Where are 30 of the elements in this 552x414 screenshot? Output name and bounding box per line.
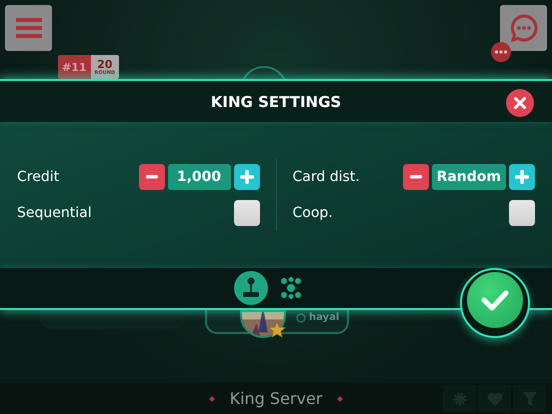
setting-label: Sequential: [17, 205, 92, 221]
minus-icon: [146, 175, 158, 179]
setting-value: Random: [432, 164, 506, 190]
setting-label: Credit: [17, 169, 60, 185]
minus-icon: [410, 175, 422, 179]
status-icon: [296, 312, 306, 322]
close-icon: [514, 97, 526, 109]
decrease-button[interactable]: [402, 164, 429, 190]
star-icon: [268, 321, 286, 339]
player-name: hayal: [309, 312, 340, 323]
dialog-title: KING SETTINGS: [210, 92, 342, 110]
more-icon: [491, 42, 511, 62]
close-button[interactable]: [506, 89, 534, 117]
checkbox[interactable]: [509, 200, 535, 226]
chat-icon: [510, 14, 538, 42]
increase-button[interactable]: [234, 164, 260, 190]
menu-icon: [16, 16, 42, 40]
group-icon: [280, 277, 302, 299]
setting-value: 1,000: [168, 164, 230, 190]
settings-tab[interactable]: [234, 271, 268, 305]
check-icon: [481, 289, 509, 311]
decrease-button[interactable]: [138, 164, 164, 190]
setting-label: Card dist.: [292, 169, 360, 185]
plus-icon: [240, 170, 254, 184]
plus-icon: [515, 170, 529, 184]
setting-label: Coop.: [292, 205, 333, 221]
checkbox[interactable]: [234, 200, 260, 226]
server-name: King Server: [230, 389, 322, 408]
joystick-icon: [241, 277, 261, 299]
rank-badge: #11: [58, 55, 91, 79]
